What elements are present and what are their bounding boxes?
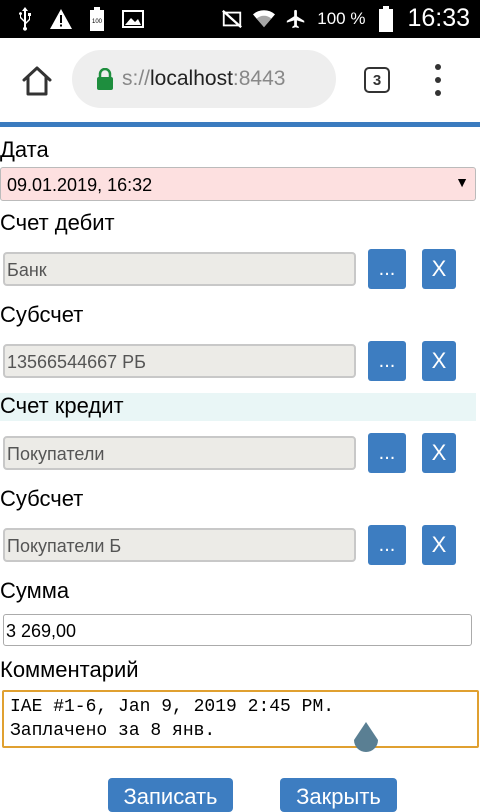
credit-account-clear-button[interactable]: X bbox=[422, 433, 456, 473]
comment-textarea[interactable]: IAE #1-6, Jan 9, 2019 2:45 PM. Заплачено… bbox=[2, 690, 479, 748]
warning-icon bbox=[50, 6, 72, 32]
save-button[interactable]: Записать bbox=[108, 778, 233, 812]
credit-subaccount-label: Субсчет bbox=[0, 486, 84, 511]
home-icon[interactable] bbox=[20, 64, 54, 98]
status-bar: 100 100 % 16:33 bbox=[0, 0, 480, 38]
image-icon bbox=[122, 6, 144, 32]
dropdown-arrow-icon: ▼ bbox=[455, 174, 469, 190]
usb-icon bbox=[14, 6, 36, 32]
url-host: localhost bbox=[150, 67, 233, 90]
debit-subaccount-field[interactable]: 13566544667 РБ bbox=[3, 344, 356, 378]
debit-account-label: Счет дебит bbox=[0, 210, 115, 235]
debit-account-clear-button[interactable]: X bbox=[422, 249, 456, 289]
url-port: :8443 bbox=[232, 67, 286, 90]
credit-subaccount-clear-button[interactable]: X bbox=[422, 525, 456, 565]
date-select[interactable]: 09.01.2019, 16:32 ▼ bbox=[0, 167, 476, 201]
battery-percent: 100 % bbox=[317, 8, 366, 28]
url-scheme: s:// bbox=[122, 67, 151, 90]
credit-account-pick-button[interactable]: ... bbox=[368, 433, 406, 473]
date-value: 09.01.2019, 16:32 bbox=[7, 175, 153, 195]
svg-text:100: 100 bbox=[92, 19, 103, 25]
url-text: s://localhost:8443 bbox=[122, 67, 285, 91]
airplane-icon bbox=[285, 6, 307, 32]
overflow-menu-icon[interactable] bbox=[430, 64, 446, 96]
mute-icon bbox=[221, 6, 243, 32]
debit-subaccount-label: Субсчет bbox=[0, 302, 84, 327]
credit-account-field[interactable]: Покупатели bbox=[3, 436, 356, 470]
browser-toolbar: s://localhost:8443 3 bbox=[0, 38, 480, 122]
debit-subaccount-pick-button[interactable]: ... bbox=[368, 341, 406, 381]
header-accent-line bbox=[0, 122, 480, 127]
debit-account-pick-button[interactable]: ... bbox=[368, 249, 406, 289]
lock-icon bbox=[96, 67, 114, 90]
battery-full-icon: 100 bbox=[86, 6, 108, 32]
amount-label: Сумма bbox=[0, 578, 70, 603]
credit-subaccount-pick-button[interactable]: ... bbox=[368, 525, 406, 565]
date-label: Дата bbox=[0, 137, 49, 162]
clock: 16:33 bbox=[407, 4, 470, 32]
text-cursor-handle-icon[interactable] bbox=[350, 720, 382, 756]
tab-switcher-button[interactable]: 3 bbox=[364, 67, 390, 93]
credit-account-label: Счет кредит bbox=[0, 393, 476, 421]
credit-subaccount-field[interactable]: Покупатели Б bbox=[3, 528, 356, 562]
wifi-icon bbox=[253, 6, 276, 32]
amount-input[interactable]: 3 269,00 bbox=[3, 614, 472, 646]
debit-subaccount-clear-button[interactable]: X bbox=[422, 341, 456, 381]
close-button[interactable]: Закрыть bbox=[280, 778, 397, 812]
battery-icon bbox=[375, 5, 397, 32]
address-bar[interactable]: s://localhost:8443 bbox=[72, 50, 336, 108]
debit-account-field[interactable]: Банк bbox=[3, 252, 356, 286]
comment-label: Комментарий bbox=[0, 657, 139, 682]
